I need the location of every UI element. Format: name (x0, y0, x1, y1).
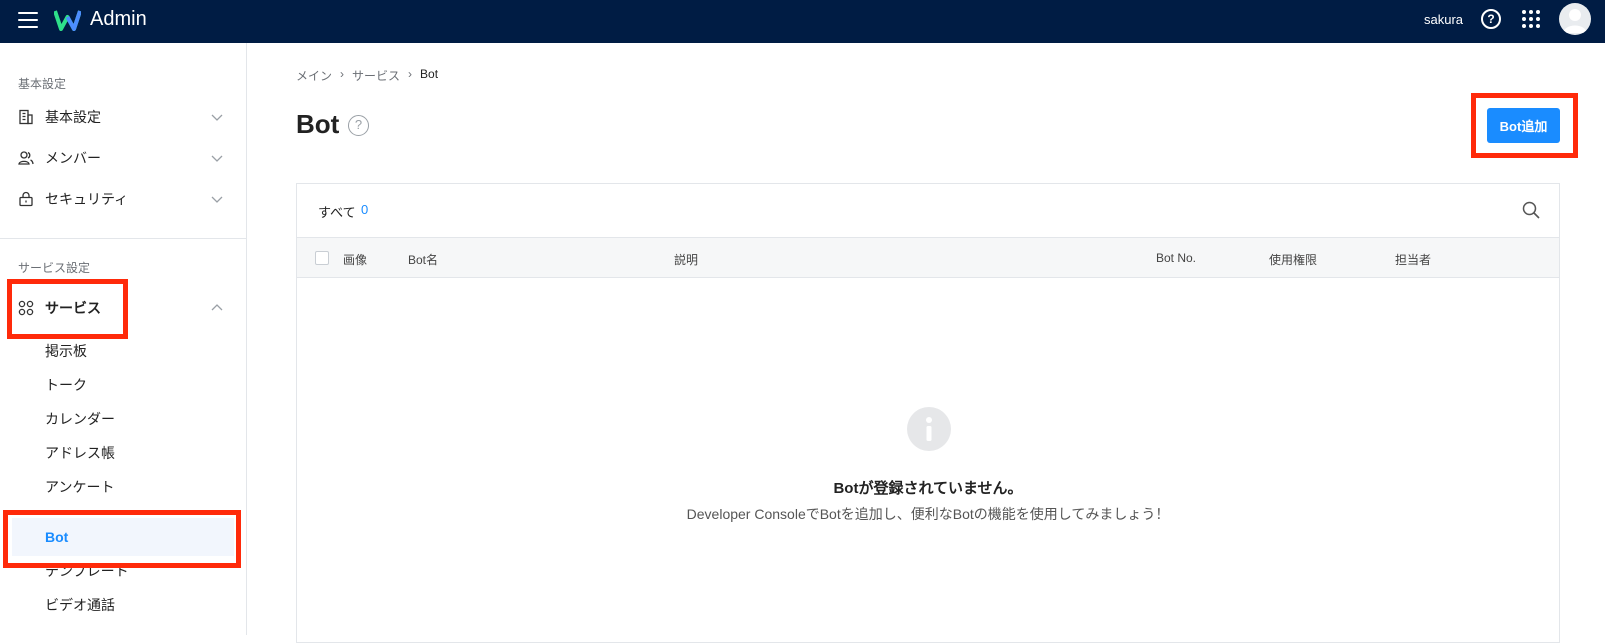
chevron-down-icon (211, 114, 223, 121)
table-header: 画像 Bot名 説明 Bot No. 使用権限 担当者 (297, 237, 1559, 278)
column-header-bot-name[interactable]: Bot名 (408, 251, 438, 268)
section-label-service: サービス設定 (18, 261, 91, 275)
sidebar-item-members[interactable]: メンバー (0, 140, 246, 176)
add-bot-button[interactable]: Bot追加 (1487, 108, 1560, 143)
menu-icon[interactable] (18, 12, 38, 28)
user-name[interactable]: sakura (1424, 12, 1463, 27)
info-icon (907, 407, 951, 451)
column-header-manager: 担当者 (1395, 253, 1432, 267)
filter-all-label[interactable]: すべて (318, 202, 356, 221)
search-icon[interactable] (1522, 201, 1540, 219)
chevron-down-icon (211, 155, 223, 162)
breadcrumb-main[interactable]: メイン (296, 67, 332, 84)
chevron-up-icon (211, 304, 223, 311)
empty-state-subtitle: Developer ConsoleでBotを追加し、便利なBotの機能を使用して… (686, 506, 1170, 522)
sidebar-subitem-bot-label: Bot (45, 529, 69, 545)
lock-icon (19, 191, 33, 207)
logo-icon[interactable] (54, 9, 81, 31)
sidebar-subitem-board[interactable]: 掲示板 (45, 341, 87, 361)
apps-grid-icon[interactable] (1522, 10, 1540, 28)
filter-all-count: 0 (361, 202, 369, 217)
panel-header: すべて 0 (297, 184, 1559, 237)
sidebar-subitem-calendar[interactable]: カレンダー (45, 409, 115, 429)
sidebar-item-security[interactable]: セキュリティ (0, 181, 246, 217)
avatar[interactable] (1559, 3, 1591, 35)
column-header-bot-no[interactable]: Bot No. (1156, 251, 1196, 265)
help-icon[interactable]: ? (348, 115, 369, 136)
empty-state-title: Botが登録されていません。 (833, 480, 1023, 497)
app-title[interactable]: Admin (90, 8, 147, 31)
sidebar-subitem-template[interactable]: テンプレート (45, 561, 129, 581)
sidebar-item-service[interactable]: サービス (0, 290, 246, 326)
column-header-image: 画像 (343, 253, 368, 267)
breadcrumb: メイン › サービス › Bot (296, 67, 446, 84)
sidebar-item-label: セキュリティ (45, 191, 129, 207)
column-header-description: 説明 (674, 253, 699, 267)
page-title: Bot (296, 109, 340, 139)
top-bar: Admin sakura ? (0, 0, 1605, 43)
members-icon (18, 151, 34, 165)
sidebar-item-label: 基本設定 (45, 109, 101, 125)
sidebar-item-label: サービス (45, 300, 101, 316)
section-label-basic: 基本設定 (18, 77, 67, 91)
breadcrumb-separator: › (408, 67, 413, 81)
sidebar-item-label: メンバー (45, 150, 101, 166)
grid-icon (18, 300, 34, 316)
chevron-down-icon (211, 196, 223, 203)
column-header-permission: 使用権限 (1269, 253, 1318, 267)
select-all-checkbox[interactable] (315, 251, 329, 265)
breadcrumb-service[interactable]: サービス (352, 67, 400, 84)
breadcrumb-separator: › (340, 67, 345, 81)
sidebar-divider (0, 238, 246, 239)
help-icon[interactable]: ? (1481, 9, 1501, 29)
building-icon (19, 109, 33, 125)
sidebar-item-basic-settings[interactable]: 基本設定 (0, 99, 246, 135)
breadcrumb-current: Bot (420, 67, 439, 81)
sidebar-subitem-video-call[interactable]: ビデオ通話 (45, 595, 115, 615)
sidebar-subitem-talk[interactable]: トーク (45, 375, 87, 395)
sidebar-subitem-address-book[interactable]: アドレス帳 (45, 443, 115, 463)
